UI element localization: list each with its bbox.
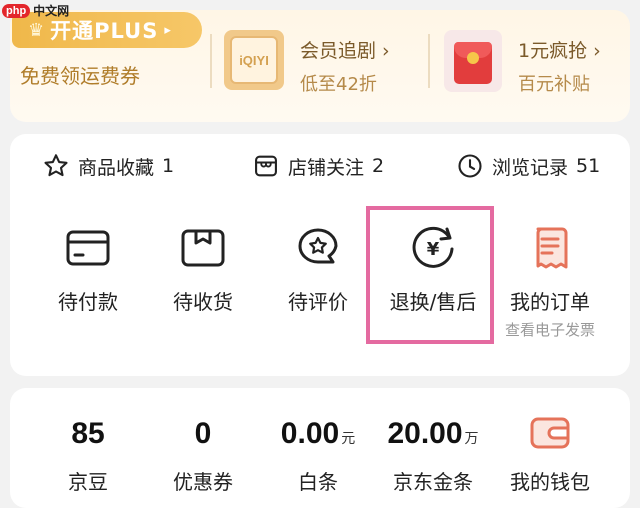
followed-shops-count: 2	[372, 155, 385, 177]
order-pending-payment-label: 待付款	[58, 290, 118, 314]
order-pending-receipt-label: 待收货	[173, 290, 233, 314]
asset-coupons[interactable]: 0 优惠券	[143, 414, 263, 495]
jingdou-value: 85	[71, 417, 105, 450]
asset-jingdou[interactable]: 85 京豆	[28, 414, 148, 495]
favorites-link[interactable]: 商品收藏 1	[42, 148, 174, 184]
iqiyi-logo-icon: iQIYI	[230, 36, 278, 84]
vip-drama-subtitle: 低至42折	[300, 74, 377, 95]
star-icon	[44, 154, 68, 177]
history-count: 51	[576, 155, 601, 177]
free-shipping-coupon-link[interactable]: 免费领运费券	[20, 60, 140, 89]
shop-icon	[255, 155, 277, 177]
asset-wallet[interactable]: 我的钱包	[490, 414, 610, 495]
baitiao-unit: 元	[341, 430, 356, 446]
red-packet-icon[interactable]	[444, 30, 502, 92]
cash-rush-title[interactable]: 1元疯抢 ›	[518, 36, 601, 63]
my-orders-label: 我的订单	[510, 290, 590, 314]
arrow-right-icon: ▸	[164, 22, 171, 38]
view-e-invoice-link[interactable]: 查看电子发票	[505, 319, 595, 340]
history-link[interactable]: 浏览记录 51	[456, 148, 600, 184]
favorites-label: 商品收藏	[78, 156, 155, 179]
jintiao-unit: 万	[464, 430, 479, 446]
followed-shops-link[interactable]: 店铺关注 2	[252, 148, 384, 184]
asset-baitiao[interactable]: 0.00 元 白条	[258, 414, 378, 495]
watermark-logo: php	[2, 3, 31, 18]
receipt-icon	[524, 222, 576, 274]
jintiao-label: 京东金条	[393, 470, 473, 494]
site-watermark: php 中文网	[2, 2, 69, 19]
iqiyi-logo-text: iQIYI	[239, 52, 269, 68]
plus-label: 开通PLUS	[50, 19, 159, 43]
order-pending-payment[interactable]: 待付款	[33, 222, 143, 315]
favorites-count: 1	[162, 155, 175, 177]
crown-icon: ♛	[28, 19, 45, 41]
order-pending-receipt[interactable]: 待收货	[148, 222, 258, 315]
promo-divider	[210, 34, 212, 88]
followed-shops-label: 店铺关注	[288, 156, 365, 179]
my-orders[interactable]: 我的订单 查看电子发票	[495, 222, 605, 340]
coupons-value: 0	[194, 417, 212, 450]
wallet-icon	[529, 414, 571, 454]
package-icon	[177, 222, 229, 274]
refund-highlight-box	[366, 206, 494, 344]
jintiao-value: 20.00	[387, 417, 463, 450]
baitiao-value: 0.00	[280, 417, 340, 450]
asset-jintiao[interactable]: 20.00 万 京东金条	[373, 414, 493, 495]
jingdou-label: 京豆	[68, 470, 108, 494]
promo-divider	[428, 34, 430, 88]
coupons-label: 优惠券	[173, 470, 233, 494]
review-bubble-icon	[292, 222, 344, 274]
wallet-label: 我的钱包	[510, 470, 590, 494]
vip-drama-title[interactable]: 会员追剧 ›	[300, 36, 390, 63]
card-icon	[62, 222, 114, 274]
order-pending-review-label: 待评价	[288, 290, 348, 314]
cash-rush-subtitle: 百元补贴	[518, 74, 590, 95]
watermark-text: 中文网	[33, 4, 70, 18]
order-pending-review[interactable]: 待评价	[263, 222, 373, 315]
baitiao-label: 白条	[298, 470, 338, 494]
clock-icon	[458, 154, 482, 178]
history-label: 浏览记录	[492, 156, 569, 179]
iqiyi-tile[interactable]: iQIYI	[224, 30, 284, 90]
